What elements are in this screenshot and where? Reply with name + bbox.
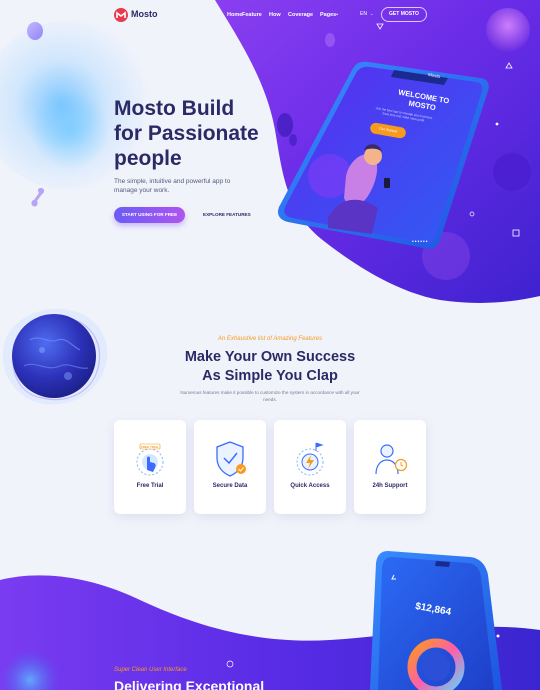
features-tagline: An Exhaustive list of Amazing Features [217, 336, 323, 342]
feature-card-label: Secure Data [212, 483, 248, 489]
bottom-title: Delivering Exceptional [114, 678, 265, 690]
free-trial-icon [136, 443, 164, 476]
features-title-line: Make Your Own Success [184, 349, 356, 365]
free-trial-badge: FREE TRIAL [141, 445, 159, 449]
bottom-phone-mockup [370, 551, 502, 690]
feature-card-24h-support[interactable]: 24h Support [354, 420, 426, 514]
feature-card-label: Free Trial [136, 483, 164, 489]
start-free-button[interactable]: START USING FOR FREE [114, 207, 185, 223]
decor-dots: •••••• [412, 239, 429, 245]
feature-card-label: 24h Support [372, 483, 408, 489]
feature-card-label: Quick Access [290, 483, 330, 489]
chevron-down-icon: ⌄ [335, 11, 340, 17]
feature-card-secure-data[interactable]: Secure Data [194, 420, 266, 514]
nav-home[interactable]: Home [227, 12, 242, 18]
explore-features-link[interactable]: EXPLORE FEATURES [203, 212, 251, 217]
nav-coverage[interactable]: Coverage [288, 12, 313, 18]
nav-how[interactable]: How [269, 12, 281, 18]
support-agent-icon [375, 444, 408, 475]
bottom-tagline: Super Clean User Interface [114, 667, 187, 673]
feature-card-free-trial[interactable]: FREE TRIAL Free Trial [114, 420, 186, 514]
hero-phone-mockup [278, 61, 489, 249]
feature-card-quick-access[interactable]: Quick Access [274, 420, 346, 514]
nav-feature[interactable]: Feature [242, 12, 262, 18]
features-title: Make Your Own Success As Simple You Clap [0, 348, 540, 386]
hero-subtitle: The simple, intuitive and powerful app t… [114, 178, 231, 194]
features-subtitle: Numerous features make it possible to cu… [180, 390, 360, 402]
decor-blob [27, 22, 43, 40]
logo-icon[interactable] [114, 8, 128, 22]
decor-blob [31, 188, 45, 207]
nav-pages[interactable]: Pages [320, 12, 336, 18]
language-select[interactable]: EN [360, 11, 367, 17]
brand-name[interactable]: Mosto [131, 9, 158, 19]
hero-title-line: Mosto Build [114, 97, 235, 120]
decor-glow [30, 90, 110, 170]
hero-title-line: for Passionate [114, 122, 259, 145]
shield-check-icon [216, 441, 246, 477]
quick-access-icon [296, 442, 324, 476]
hero-title-line: people [114, 147, 182, 170]
hero-title: Mosto Build for Passionate people [114, 96, 274, 171]
features-title-line: As Simple You Clap [202, 368, 338, 384]
get-mosto-button[interactable]: GET MOSTO [381, 7, 427, 22]
chevron-down-icon: ⌄ [370, 11, 374, 16]
